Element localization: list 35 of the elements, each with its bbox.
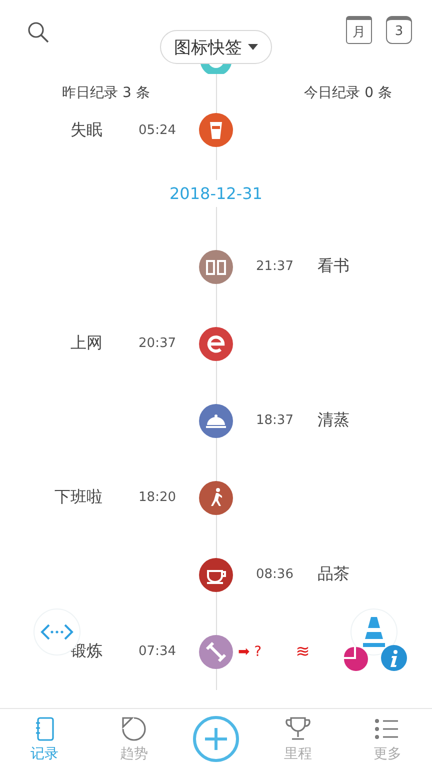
trophy-icon xyxy=(284,715,312,743)
info-icon[interactable] xyxy=(380,644,408,672)
marker-text: ➡ ? xyxy=(238,644,262,660)
marker-text: ≋ xyxy=(296,642,310,662)
entry-label[interactable]: 看书 xyxy=(317,256,350,277)
cup-icon[interactable] xyxy=(199,113,233,147)
search-icon[interactable] xyxy=(26,20,50,44)
e-letter-icon[interactable] xyxy=(199,326,233,360)
entry-time: 05:24 xyxy=(138,122,176,138)
entry-time: 20:37 xyxy=(138,336,176,351)
dish-cover-icon[interactable] xyxy=(199,404,233,438)
runner-icon[interactable] xyxy=(199,480,233,514)
entry-label[interactable]: 上网 xyxy=(70,333,103,354)
pie-chart-icon[interactable] xyxy=(343,646,369,672)
entry-label[interactable]: 失眠 xyxy=(70,120,103,140)
add-button[interactable] xyxy=(192,716,239,762)
entry-label[interactable]: 下班啦 xyxy=(54,487,103,508)
entry-label[interactable]: 品茶 xyxy=(317,564,350,585)
teacup-icon[interactable] xyxy=(199,558,233,592)
entry-label[interactable]: 清蒸 xyxy=(317,410,350,431)
caret-icon xyxy=(248,44,258,50)
entry-time: 21:37 xyxy=(256,259,294,274)
entry-time: 18:20 xyxy=(138,490,176,505)
entry-time: 08:36 xyxy=(256,567,294,582)
dumbbell-icon[interactable] xyxy=(199,634,233,668)
pie-chart-icon xyxy=(120,715,148,743)
entry-time: 18:37 xyxy=(256,413,294,428)
book-icon[interactable] xyxy=(199,250,233,284)
yesterday-count: 昨日纪录 3 条 xyxy=(62,84,150,102)
entry-time: 07:34 xyxy=(138,644,176,659)
today-count: 今日纪录 0 条 xyxy=(304,84,392,102)
date-label: 2018-12-31 xyxy=(170,180,262,206)
month-calendar-button[interactable]: 月 xyxy=(346,16,372,44)
category-dropdown[interactable]: 图标快签 xyxy=(160,30,272,64)
day-calendar-button[interactable]: 3 xyxy=(386,16,412,44)
